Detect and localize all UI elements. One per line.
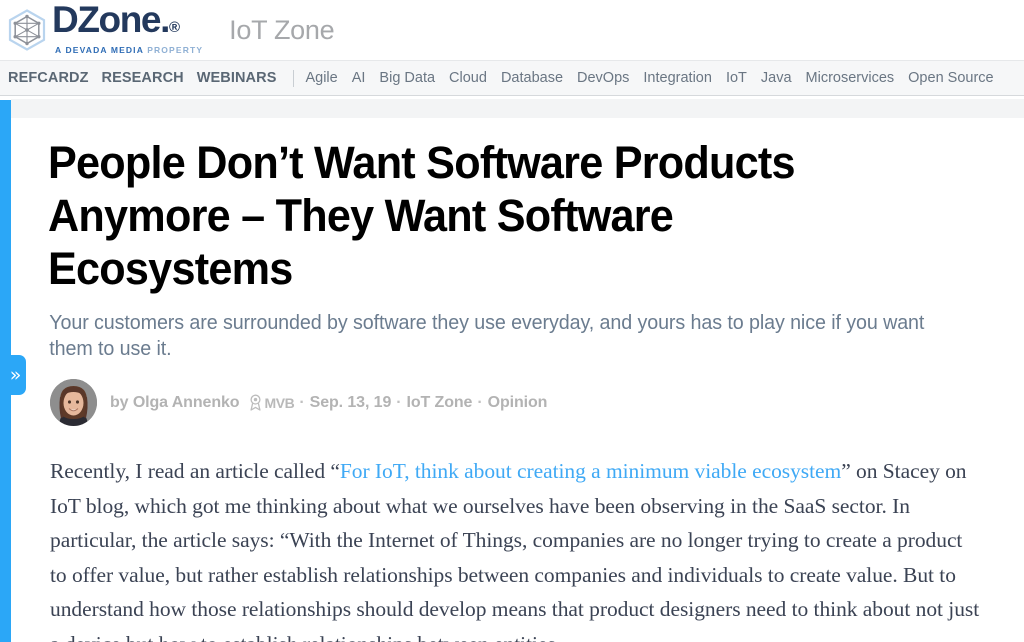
author-name[interactable]: by Olga Annenko <box>110 394 240 412</box>
dzone-wordmark: DZone.® A DEVADA MEDIA PROPERTY <box>52 0 203 58</box>
dzone-hexagon-network-icon <box>8 9 46 51</box>
nav-topic-java[interactable]: Java <box>761 70 792 86</box>
nav-topic-big-data[interactable]: Big Data <box>379 70 435 86</box>
author-avatar[interactable] <box>50 379 97 426</box>
zone-title: IoT Zone <box>229 14 335 45</box>
dzone-brand-text: DZone.® <box>52 0 203 45</box>
main-navigation: REFCARDZ RESEARCH WEBINARS Agile AI Big … <box>0 60 1024 96</box>
article-container: People Don’t Want Software Products Anym… <box>0 118 1024 642</box>
nav-topic-devops[interactable]: DevOps <box>577 70 629 86</box>
byline-meta: by Olga Annenko MVB · Sep. 13, 19 · IoT … <box>110 394 547 412</box>
dzone-article-page: DZone.® A DEVADA MEDIA PROPERTY IoT Zone… <box>0 0 1024 642</box>
nav-topic-microservices[interactable]: Microservices <box>806 70 895 86</box>
article-byline: by Olga Annenko MVB · Sep. 13, 19 · IoT … <box>0 362 1024 426</box>
nav-divider <box>293 69 295 87</box>
dzone-tagline: A DEVADA MEDIA PROPERTY <box>55 45 203 56</box>
nav-topic-cloud[interactable]: Cloud <box>449 70 487 86</box>
site-header: DZone.® A DEVADA MEDIA PROPERTY IoT Zone <box>0 0 1024 60</box>
body-text-after-link: ” on Stacey on IoT blog, which got me th… <box>50 459 980 642</box>
registered-mark: ® <box>169 18 181 36</box>
mvb-label: MVB <box>264 394 295 411</box>
nav-topic-ai[interactable]: AI <box>352 70 366 86</box>
tagline-light: PROPERTY <box>147 44 204 55</box>
article-category[interactable]: Opinion <box>488 394 548 412</box>
tagline-strong: A DEVADA MEDIA <box>55 44 144 55</box>
article-zone[interactable]: IoT Zone <box>407 394 473 412</box>
mvb-badge: MVB <box>248 394 295 411</box>
nav-item-webinars[interactable]: WEBINARS <box>197 70 277 86</box>
sidebar-expand-button[interactable]: » <box>0 355 26 395</box>
article-headline: People Don’t Want Software Products Anym… <box>48 137 796 294</box>
nav-topic-agile[interactable]: Agile <box>305 70 337 86</box>
byline-separator-2: · <box>396 393 402 411</box>
byline-separator-3: · <box>477 393 483 411</box>
nav-topic-database[interactable]: Database <box>501 70 563 86</box>
dzone-logo[interactable]: DZone.® A DEVADA MEDIA PROPERTY <box>4 1 203 55</box>
article-subtitle: Your customers are surrounded by softwar… <box>49 312 925 360</box>
dzone-brand-dot: . <box>160 0 170 40</box>
article-body-paragraph: Recently, I read an article called “For … <box>0 426 1024 642</box>
nav-topic-integration[interactable]: Integration <box>643 70 712 86</box>
content-top-band <box>11 99 1024 118</box>
article-inline-link[interactable]: For IoT, think about creating a minimum … <box>340 459 841 483</box>
nav-item-research[interactable]: RESEARCH <box>102 70 184 86</box>
dzone-brand-name: DZone <box>52 0 162 40</box>
body-text-before-link: Recently, I read an article called “ <box>50 459 340 483</box>
nav-topic-open-source[interactable]: Open Source <box>908 70 993 86</box>
publish-date: Sep. 13, 19 <box>309 393 392 411</box>
double-chevron-right-icon: » <box>9 363 22 386</box>
byline-separator-1: · <box>299 393 305 411</box>
award-medal-icon <box>250 394 262 411</box>
nav-topic-iot[interactable]: IoT <box>726 70 747 86</box>
nav-item-refcardz[interactable]: REFCARDZ <box>8 70 89 86</box>
